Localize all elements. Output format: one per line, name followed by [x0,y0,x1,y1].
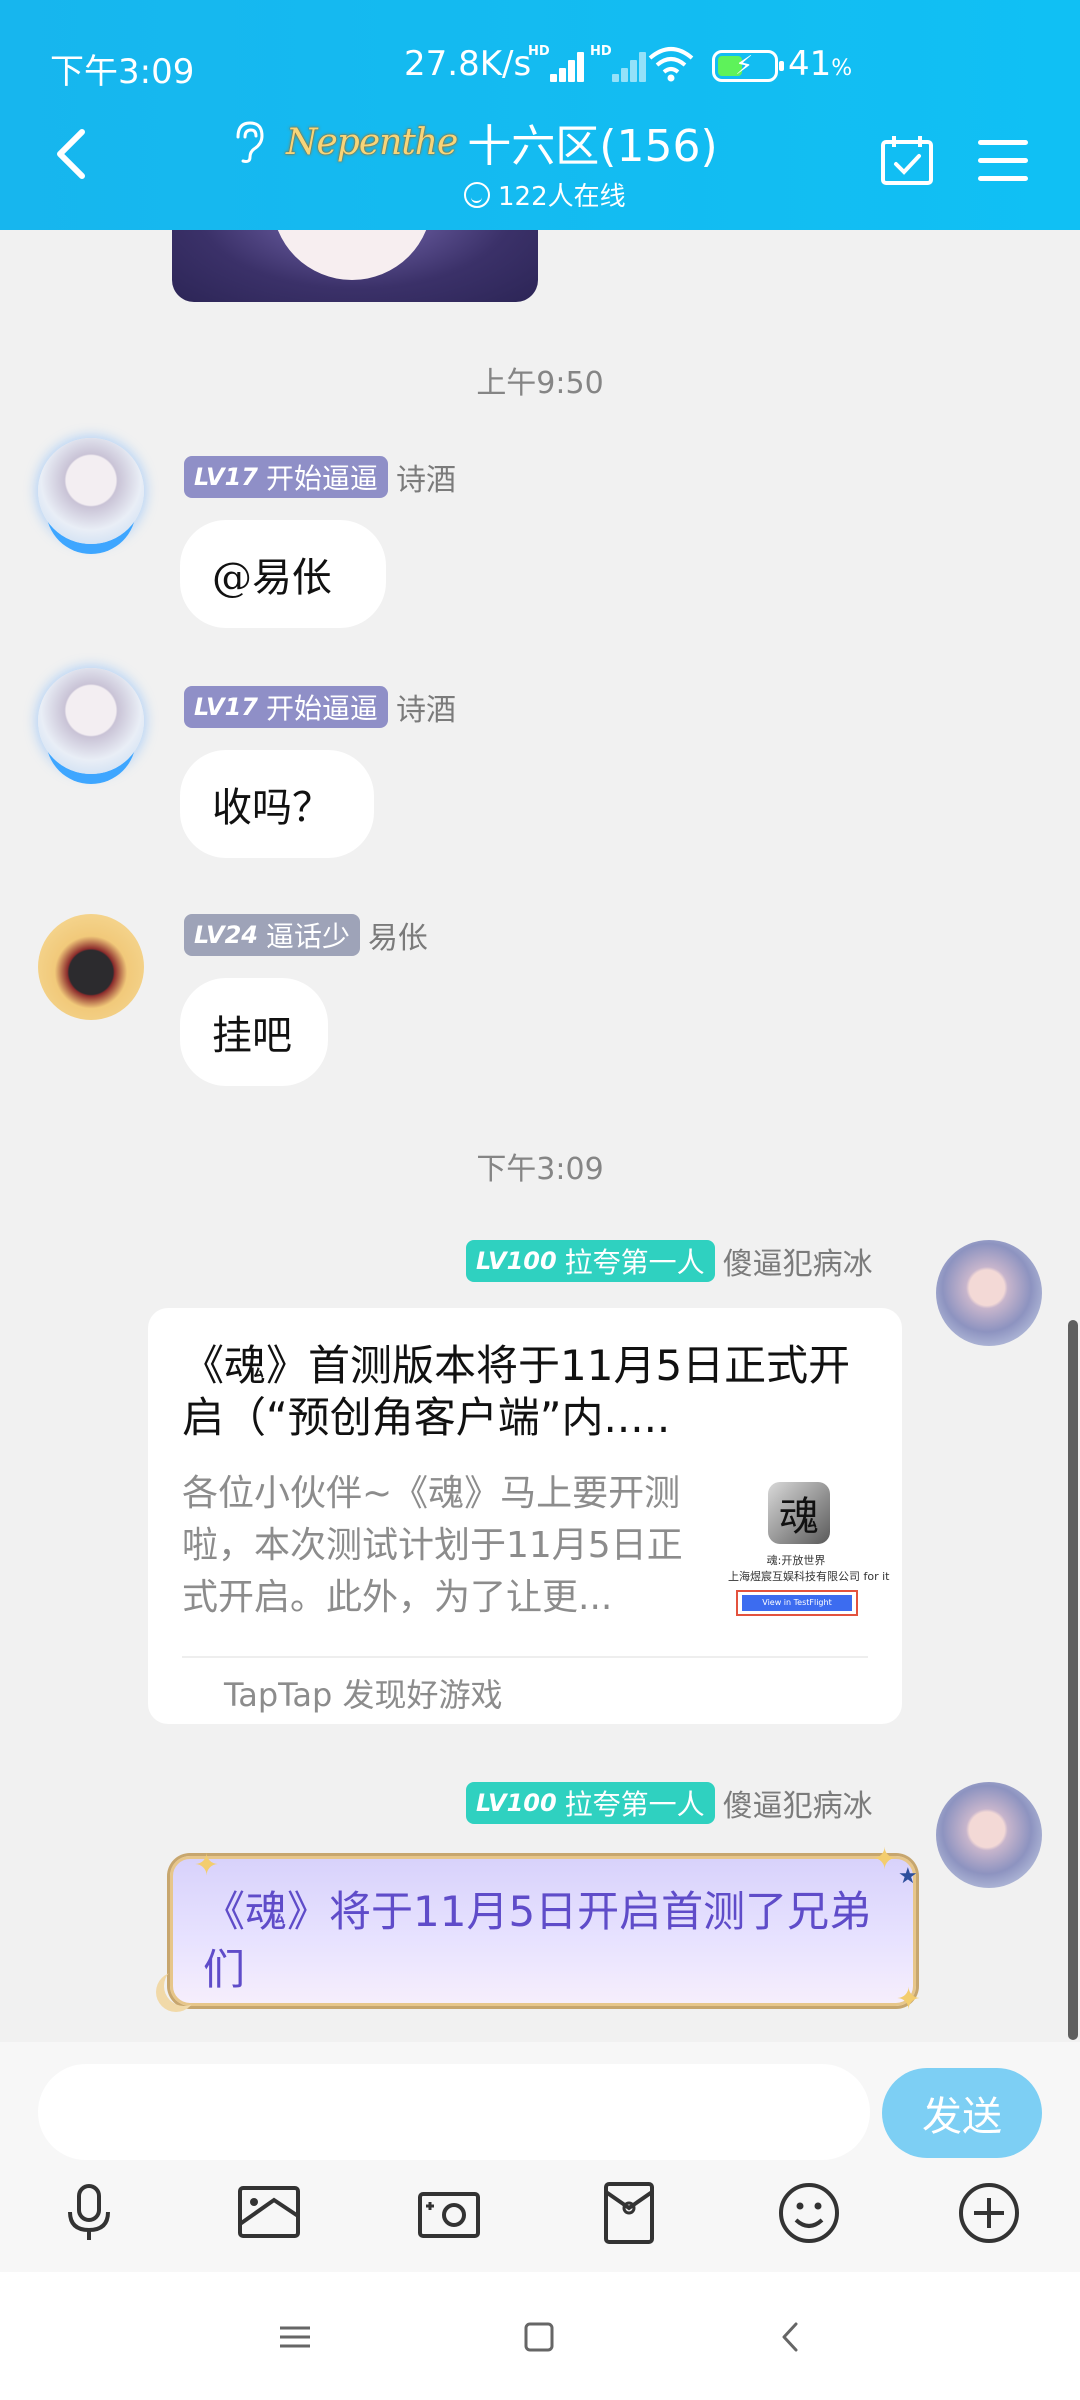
thumbnail-app-name: 魂:开放世界 [766,1554,826,1567]
battery-icon: ⚡ [712,50,784,82]
message-bubble[interactable]: 收吗？ [180,750,374,858]
moon-decoration-icon [164,1966,204,2006]
level-badge: LV24 逼话少 [184,914,360,956]
sender-name[interactable]: 易伥 [368,913,428,957]
ear-icon [236,121,264,163]
header: 下午3:09 27.8K/s HD HD ⚡ 41% Nepenthe 十六区(… [0,0,1080,230]
image-message[interactable] [172,230,538,302]
level-badge: LV17 开始逼逼 [184,686,388,728]
timestamp: 下午3:09 [476,1152,604,1187]
message-meta: LV17 开始逼逼 诗酒 [184,686,456,728]
star-decoration-icon: ✦ [194,1848,220,1883]
avatar[interactable] [38,914,144,1020]
message-text: 《魂》将于11月5日开启首测了兄弟们 [203,1887,872,1994]
signal-2-hd-label: HD [590,44,612,59]
home-icon[interactable] [514,2312,564,2362]
game-icon: 魂 [768,1482,830,1544]
decorated-message-bubble[interactable]: 《魂》将于11月5日开启首测了兄弟们 [170,1856,916,2006]
battery-percent: 41% [788,44,853,84]
camera-icon[interactable] [414,2178,484,2248]
send-button[interactable]: 发送 [882,2068,1042,2158]
recent-apps-icon[interactable] [270,2312,320,2362]
signal-hd-label: HD [528,44,550,59]
network-speed: 27.8K/s [404,44,532,84]
sender-name[interactable]: 诗酒 [396,455,456,499]
level-badge: LV17 开始逼逼 [184,456,388,498]
back-nav-icon[interactable] [766,2312,816,2362]
status-bar: 下午3:09 27.8K/s HD HD ⚡ 41% [0,40,1080,92]
group-title[interactable]: Nepenthe 十六区(156) [230,112,718,172]
link-card-thumbnail: 魂 魂:开放世界 上海煜宸互娱科技有限公司 for it View in Tes… [728,1482,890,1618]
link-card-description: 各位小伙伴~《魂》马上要开测啦，本次测试计划于11月5日正式开启。此外，为了让更… [182,1473,683,1618]
input-bar: 发送 [0,2042,1080,2272]
wifi-icon [648,47,694,82]
thumbnail-developer: 上海煜宸互娱科技有限公司 for it [728,1570,890,1583]
star-decoration-icon: ✦ [872,1842,898,1877]
star-decoration-icon: ✦ [896,1982,922,2017]
chat-area[interactable]: 上午9:50 LV17 开始逼逼 诗酒 @易伥 LV17 开始逼逼 诗酒 收吗？ L… [0,230,1080,2042]
scrollbar[interactable] [1068,1320,1078,2040]
signal-icon: HD [528,44,584,82]
message-meta: LV17 开始逼逼 诗酒 [184,456,456,498]
plus-icon[interactable] [954,2178,1024,2248]
sender-name[interactable]: 傻逼犯病冰 [723,1239,873,1283]
back-button[interactable] [50,126,90,182]
calendar-check-icon[interactable] [880,134,934,186]
level-badge: LV100 拉夸第一人 [466,1240,715,1282]
online-count: 122人在线 [464,176,626,213]
message-bubble[interactable]: 挂吧 [180,978,328,1086]
group-logo: Nepenthe [286,121,458,163]
message-meta: LV24 逼话少 易伥 [184,914,428,956]
red-packet-icon[interactable] [594,2178,664,2248]
avatar[interactable] [38,438,144,544]
sender-name[interactable]: 诗酒 [396,685,456,729]
message-bubble[interactable]: @易伥 [180,520,386,628]
star-decoration-icon: ★ [898,1864,918,1889]
timestamp: 上午9:50 [476,366,604,401]
image-icon[interactable] [234,2178,304,2248]
link-card[interactable]: 《魂》首测版本将于11月5日正式开启（“预创角客户端”内..... 各位小伙伴~… [148,1308,902,1724]
thumbnail-button: View in TestFlight [736,1590,858,1616]
message-input[interactable] [38,2064,870,2160]
link-card-source: TapTap 发现好游戏 [224,1676,503,1714]
message-meta: LV100 拉夸第一人 傻逼犯病冰 [466,1240,873,1282]
online-count-text: 122人在线 [498,182,626,212]
avatar[interactable] [936,1240,1042,1346]
divider [182,1656,868,1658]
emoji-icon[interactable] [774,2178,844,2248]
smile-icon [464,181,490,208]
signal-2-icon: HD [590,44,646,82]
group-name: 十六区(156) [467,121,718,172]
link-card-title: 《魂》首测版本将于11月5日正式开启（“预创角客户端”内..... [182,1341,851,1442]
system-navigation-bar [0,2272,1080,2400]
avatar[interactable] [936,1782,1042,1888]
avatar[interactable] [38,668,144,774]
sender-name[interactable]: 傻逼犯病冰 [723,1781,873,1825]
level-badge: LV100 拉夸第一人 [466,1782,715,1824]
status-time: 下午3:09 [50,52,195,92]
message-meta: LV100 拉夸第一人 傻逼犯病冰 [466,1782,873,1824]
menu-button[interactable] [978,140,1028,182]
microphone-icon[interactable] [54,2178,124,2248]
